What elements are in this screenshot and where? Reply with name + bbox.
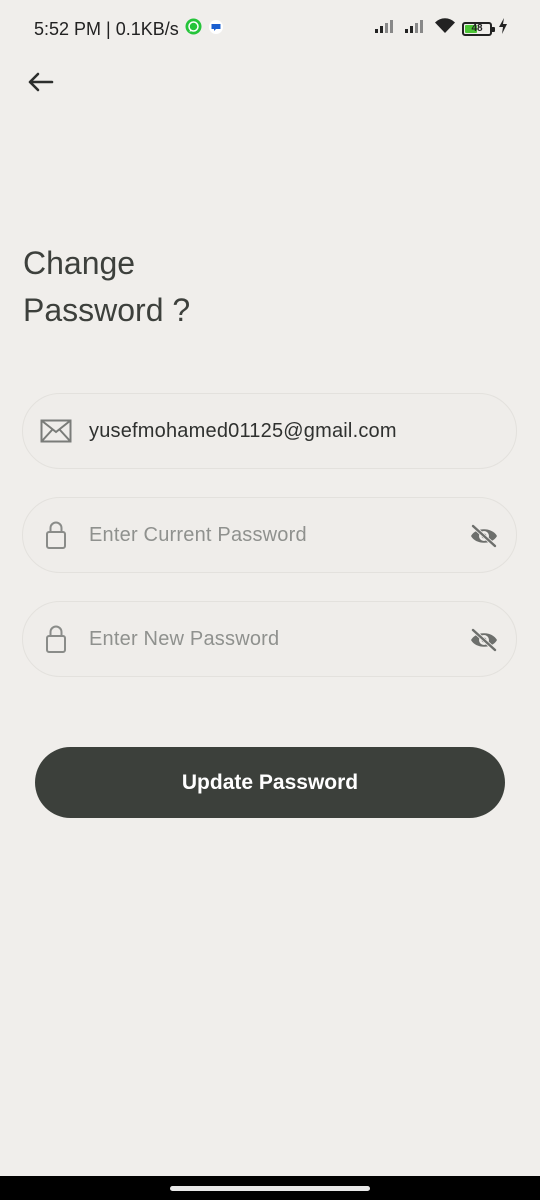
update-password-button[interactable]: Update Password — [35, 747, 505, 818]
new-password-field[interactable]: Enter New Password — [22, 601, 517, 677]
mail-icon — [23, 419, 89, 443]
battery-level: 48 — [471, 23, 483, 34]
charging-icon — [498, 18, 508, 39]
message-icon — [208, 19, 224, 40]
status-time-speed: 5:52 PM | 0.1KB/s — [34, 18, 179, 39]
arrow-left-icon — [26, 72, 54, 97]
signal-icon — [404, 19, 428, 38]
page-title-line2: Password ? — [23, 292, 191, 328]
lock-icon — [23, 520, 89, 550]
wifi-icon — [434, 18, 456, 39]
new-password-placeholder: Enter New Password — [89, 627, 280, 650]
email-field[interactable]: yusefmohamed01125@gmail.com — [22, 393, 517, 469]
email-value: yusefmohamed01125@gmail.com — [89, 419, 397, 442]
home-indicator[interactable] — [170, 1186, 370, 1191]
update-password-label: Update Password — [181, 770, 359, 794]
lock-icon — [23, 624, 89, 654]
status-bar: 5:52 PM | 0.1KB/s 48 — [0, 0, 540, 60]
page-title-line1: Change — [23, 245, 136, 281]
signal-icon — [374, 19, 398, 38]
page-title: Change Password ? — [23, 240, 323, 334]
whatsapp-icon — [185, 18, 202, 40]
status-right: 48 — [374, 18, 508, 39]
eye-off-icon[interactable] — [468, 522, 500, 550]
status-left: 5:52 PM | 0.1KB/s — [34, 18, 224, 40]
eye-off-icon[interactable] — [468, 626, 500, 654]
back-button[interactable] — [22, 66, 58, 102]
navigation-bar — [0, 1176, 540, 1200]
current-password-field[interactable]: Enter Current Password — [22, 497, 517, 573]
battery-icon: 48 — [462, 21, 495, 36]
current-password-placeholder: Enter Current Password — [89, 523, 307, 546]
